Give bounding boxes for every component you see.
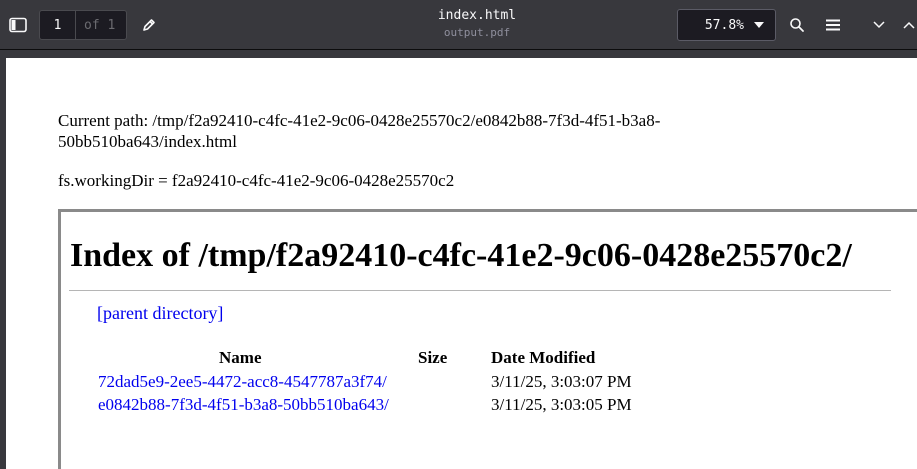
hamburger-menu-icon: [826, 19, 840, 31]
file-link[interactable]: e0842b88-7f3d-4f51-b3a8-50bb510ba643/: [98, 395, 389, 415]
current-path-text-continued: 50bb510ba643/index.html: [58, 132, 237, 151]
parent-directory-link[interactable]: [parent directory]: [97, 302, 223, 324]
page-number-field: 1 of 1: [39, 10, 127, 40]
embedded-index-frame: Index of /tmp/f2a92410-c4fc-41e2-9c06-04…: [58, 209, 917, 469]
document-viewer[interactable]: Current path: /tmp/f2a92410-c4fc-41e2-9c…: [0, 50, 917, 469]
pen-icon: [143, 19, 155, 31]
column-header-date: Date Modified: [491, 348, 596, 367]
document-filename: output.pdf: [443, 26, 511, 39]
page-number-input[interactable]: 1: [40, 11, 76, 39]
search-icon: [790, 18, 804, 32]
file-date: 3/11/25, 3:03:05 PM: [491, 395, 632, 414]
chevron-up-icon: [903, 21, 915, 29]
previous-page-button[interactable]: [896, 11, 917, 39]
zoom-select[interactable]: 57.8%: [677, 9, 776, 41]
sidebar-toggle-button[interactable]: [4, 11, 32, 39]
next-page-button[interactable]: [865, 11, 893, 39]
zoom-value: 57.8%: [704, 17, 744, 33]
sidebar-icon: [9, 17, 27, 33]
chevron-down-icon: [873, 21, 885, 29]
page-count-label: of 1: [84, 17, 116, 33]
divider: [69, 290, 891, 291]
menu-button[interactable]: [819, 11, 847, 39]
current-path-text: Current path: /tmp/f2a92410-c4fc-41e2-9c…: [58, 111, 661, 130]
pdf-toolbar: 1 of 1 index.html output.pdf 57.8%: [0, 0, 917, 50]
index-heading: Index of /tmp/f2a92410-c4fc-41e2-9c06-04…: [70, 237, 852, 274]
document-title: index.html: [437, 8, 517, 23]
file-link[interactable]: 72dad5e9-2ee5-4472-acc8-4547787a3f74/: [98, 372, 387, 392]
chevron-down-icon: [754, 22, 764, 28]
search-button[interactable]: [783, 11, 811, 39]
column-header-size: Size: [418, 348, 448, 367]
pdf-page: Current path: /tmp/f2a92410-c4fc-41e2-9c…: [6, 58, 917, 469]
file-date: 3/11/25, 3:03:07 PM: [491, 372, 632, 391]
working-dir-text: fs.workingDir = f2a92410-c4fc-41e2-9c06-…: [58, 171, 455, 190]
column-header-name: Name: [219, 348, 262, 367]
draw-button[interactable]: [135, 11, 163, 39]
